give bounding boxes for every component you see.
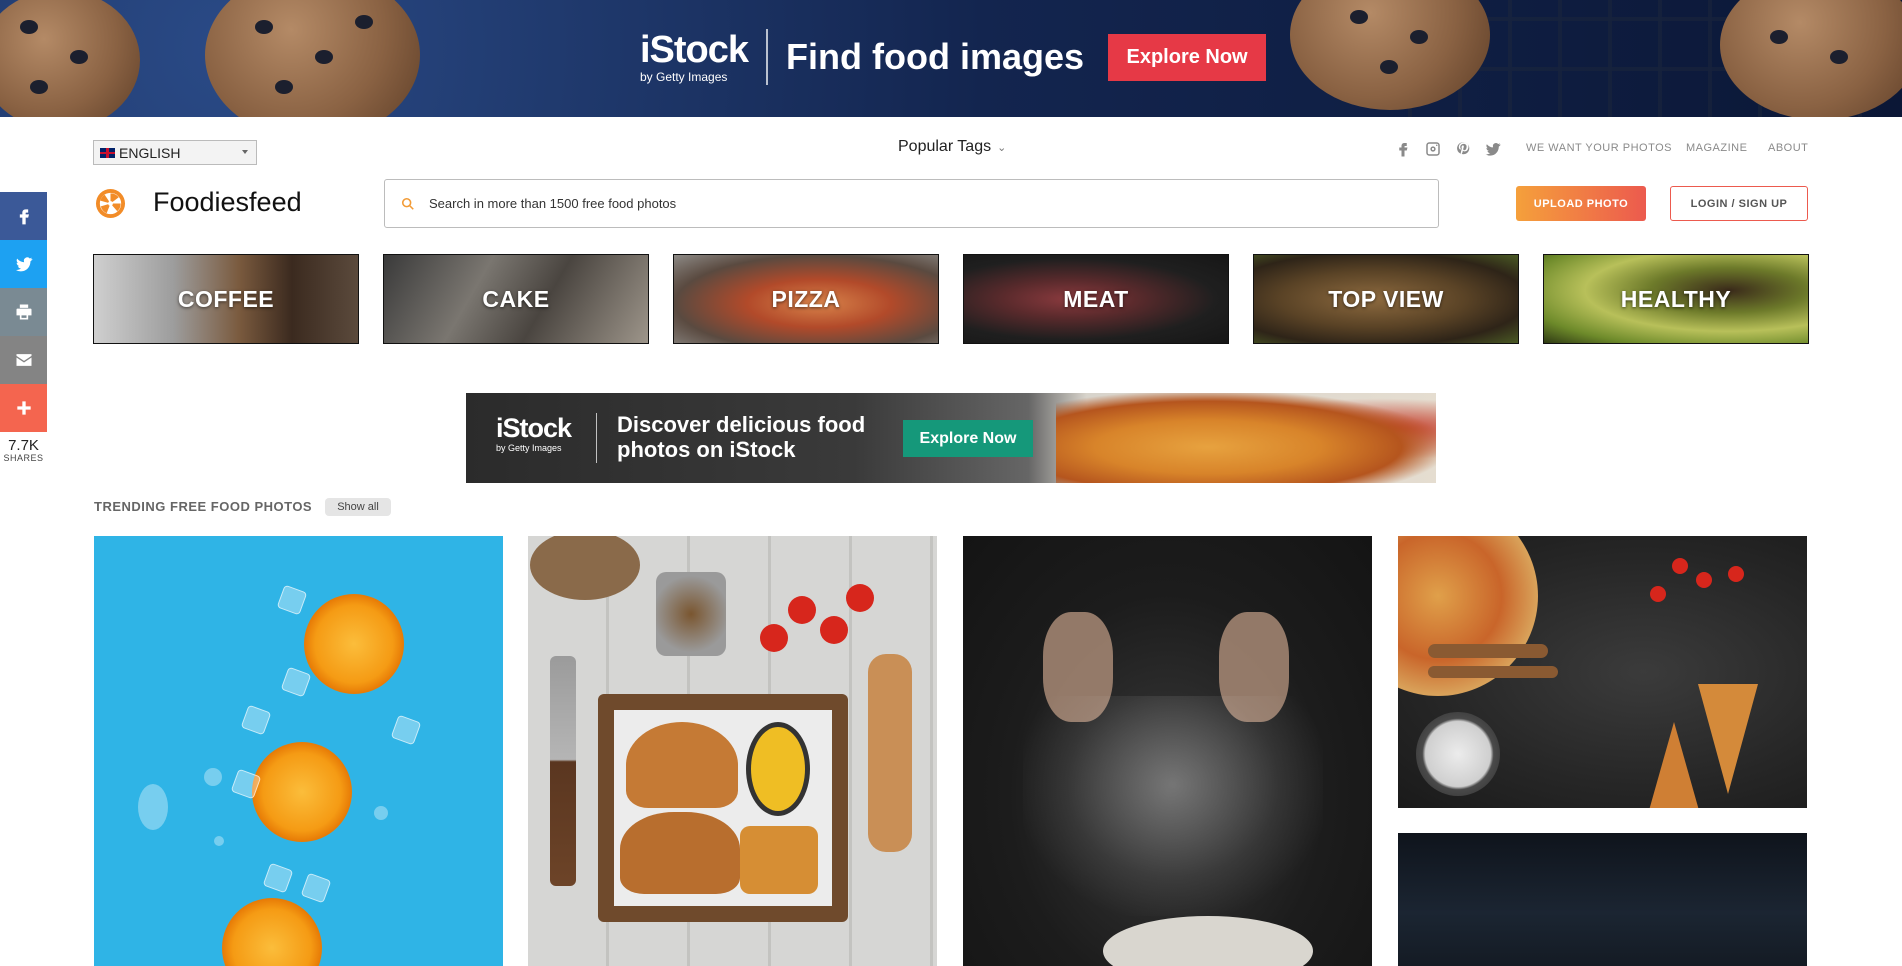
cookie-image xyxy=(0,0,140,117)
wooden-spoon xyxy=(1428,666,1558,678)
brand-name[interactable]: Foodiesfeed xyxy=(153,187,302,218)
login-signup-button[interactable]: LOGIN / SIGN UP xyxy=(1670,186,1808,221)
photo-pizza-slices[interactable] xyxy=(1398,536,1807,808)
category-pizza[interactable]: PIZZA xyxy=(673,254,939,344)
twitter-icon[interactable] xyxy=(1484,140,1502,158)
category-label: CAKE xyxy=(482,285,550,312)
fries xyxy=(740,826,818,894)
facebook-icon[interactable] xyxy=(1394,140,1412,158)
pepper-mill xyxy=(868,654,912,852)
tomato xyxy=(820,616,848,644)
corn-bowl xyxy=(746,722,810,816)
share-count-label: SHARES xyxy=(3,453,44,463)
category-cake[interactable]: CAKE xyxy=(383,254,649,344)
istock-brand-sub: by Getty Images xyxy=(640,70,728,84)
category-label: TOP VIEW xyxy=(1328,285,1444,312)
social-links xyxy=(1394,140,1502,158)
share-print-button[interactable] xyxy=(0,288,47,336)
caret-down-icon xyxy=(242,150,248,154)
cookie-image xyxy=(205,0,420,117)
drink-glass xyxy=(656,572,726,656)
top-banner-ad[interactable]: iStock by Getty Images Find food images … xyxy=(0,0,1902,117)
twitter-icon xyxy=(15,257,32,272)
nav-about[interactable]: ABOUT xyxy=(1768,142,1808,154)
mid-ad-headline: Discover delicious food photos on iStock xyxy=(617,412,866,463)
instagram-icon[interactable] xyxy=(1424,140,1442,158)
istock-brand: iStock xyxy=(640,29,749,71)
share-facebook-button[interactable] xyxy=(0,192,47,240)
show-all-button[interactable]: Show all xyxy=(325,498,391,516)
popular-tags-label: Popular Tags xyxy=(898,138,992,155)
istock-logo: iStock by Getty Images xyxy=(640,29,749,84)
istock-mid-ad[interactable]: iStock by Getty Images Discover deliciou… xyxy=(466,393,1436,483)
istock-logo: iStock by Getty Images xyxy=(496,413,572,453)
facebook-icon xyxy=(19,209,29,225)
pasta-image xyxy=(1056,393,1436,483)
popular-tags-dropdown[interactable]: Popular Tags ⌄ xyxy=(898,138,1006,156)
language-label: ENGLISH xyxy=(119,144,181,161)
tomato xyxy=(1672,558,1688,574)
share-count: 7.7K xyxy=(8,437,39,454)
plus-icon xyxy=(16,401,31,415)
language-select[interactable]: ENGLISH xyxy=(93,140,257,165)
category-label: MEAT xyxy=(1063,285,1129,312)
search-input[interactable] xyxy=(429,196,1329,211)
photo-oranges-on-blue[interactable] xyxy=(94,536,503,966)
flour-bowl xyxy=(1416,712,1500,796)
category-meat[interactable]: MEAT xyxy=(963,254,1229,344)
nav-magazine[interactable]: MAGAZINE xyxy=(1686,142,1747,154)
tomato xyxy=(1728,566,1744,582)
garlic-bowl xyxy=(530,536,640,600)
tomato xyxy=(846,584,874,612)
ad-divider xyxy=(596,413,597,463)
category-label: COFFEE xyxy=(177,285,275,312)
search-icon xyxy=(401,197,414,210)
category-coffee[interactable]: COFFEE xyxy=(93,254,359,344)
istock-brand: iStock xyxy=(496,413,572,443)
uk-flag-icon xyxy=(100,147,115,158)
share-email-button[interactable] xyxy=(0,336,47,384)
knife xyxy=(550,656,576,886)
category-label: HEALTHY xyxy=(1620,285,1732,312)
banner-content: iStock by Getty Images Find food images … xyxy=(640,22,1267,92)
category-label: PIZZA xyxy=(771,285,841,312)
photo-dark-table[interactable] xyxy=(1398,833,1807,966)
mid-ad-explore-button[interactable]: Explore Now xyxy=(903,420,1033,457)
category-healthy[interactable]: HEALTHY xyxy=(1543,254,1809,344)
share-twitter-button[interactable] xyxy=(0,240,47,288)
share-sidebar: 7.7K SHARES xyxy=(0,192,47,463)
istock-brand-sub: by Getty Images xyxy=(496,443,562,453)
photo-flour-hands[interactable] xyxy=(963,536,1372,966)
category-top-view[interactable]: TOP VIEW xyxy=(1253,254,1519,344)
email-icon xyxy=(16,354,31,366)
wooden-spoon xyxy=(1428,644,1548,658)
trending-title: TRENDING FREE FOOD PHOTOS xyxy=(94,499,313,514)
photo-burger-tray[interactable] xyxy=(528,536,937,966)
burger-bottom xyxy=(620,812,740,894)
banner-explore-button[interactable]: Explore Now xyxy=(1108,33,1267,81)
tomato xyxy=(1696,572,1712,588)
nav-we-want-your-photos[interactable]: WE WANT YOUR PHOTOS xyxy=(1526,142,1672,154)
flour-pile xyxy=(1103,916,1313,966)
burger-top xyxy=(626,722,738,808)
pinterest-icon[interactable] xyxy=(1454,140,1472,158)
tomato xyxy=(788,596,816,624)
search-bar[interactable] xyxy=(384,179,1439,228)
share-more-button[interactable] xyxy=(0,384,47,432)
foodiesfeed-logo-icon[interactable] xyxy=(95,188,126,219)
banner-divider xyxy=(766,29,769,85)
flour-dust xyxy=(1023,696,1323,916)
upload-photo-button[interactable]: UPLOAD PHOTO xyxy=(1516,186,1646,221)
tomato xyxy=(760,624,788,652)
tomato xyxy=(1650,586,1666,602)
pizza-slice xyxy=(1648,722,1700,808)
chevron-down-icon: ⌄ xyxy=(997,141,1007,154)
pizza-slice xyxy=(1698,684,1758,794)
banner-headline: Find food images xyxy=(786,36,1085,77)
print-icon xyxy=(16,304,31,320)
